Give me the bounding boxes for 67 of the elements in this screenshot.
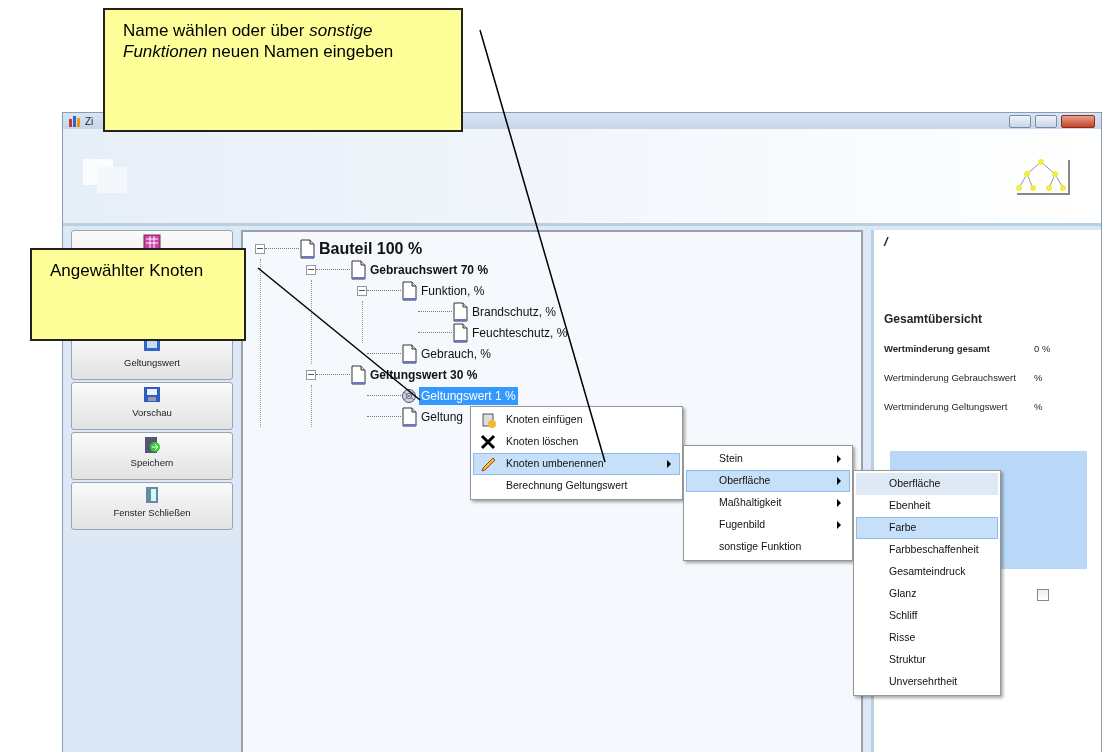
maximize-button[interactable] [1035,114,1057,128]
menu-item[interactable]: Fugenbild [686,514,850,536]
menu-item[interactable]: Stein [686,448,850,470]
menu-item[interactable]: Schliff [856,605,998,627]
collapse-toggle[interactable] [306,369,316,380]
menu-item[interactable]: Glanz [856,583,998,605]
callout-tooltip: Name wählen oder über sonstige Funktionen neuen Namen eingeben [103,8,463,132]
save-button[interactable]: Speichern [71,432,233,480]
close-button[interactable] [1061,114,1095,128]
menu-item[interactable]: Knoten umbenennen [473,453,680,475]
document-icon [401,280,419,301]
menu-item[interactable]: Maßhaltigkeit [686,492,850,514]
document-icon [401,406,419,427]
tree-node-label[interactable]: Brandschutz, % [470,302,559,321]
menu-item[interactable]: Oberfläche [856,473,998,495]
tree-node-label[interactable]: Gebrauch, % [419,344,494,363]
submenu-arrow-icon [837,499,841,507]
callout-tooltip: Angewählter Knoten [30,248,246,341]
collapse-toggle[interactable] [255,243,265,254]
submenu-arrow-icon [837,477,841,485]
pencil-icon [480,456,496,472]
tree-node-label[interactable]: Bauteil 100 % [317,236,425,261]
submenu-arrow-icon [667,460,671,468]
submenu-arrow-icon [837,521,841,529]
window-title: Zi [85,114,94,129]
minimize-button[interactable] [1009,114,1031,128]
submenu-arrow-icon [837,455,841,463]
overview-value: 0 % [1034,341,1051,356]
document-icon [452,322,470,343]
paste-plus-icon [480,412,496,428]
tree-node-label[interactable]: Gebrauchswert 70 % [368,260,491,279]
menu-item[interactable]: Ebenheit [856,495,998,517]
menu-item[interactable]: Knoten einfügen [473,409,680,431]
door-icon [143,486,161,504]
overview-label: Wertminderung gesamt [884,341,991,356]
collapse-toggle[interactable] [306,264,316,275]
menu-item[interactable]: Unversehrtheit [856,671,998,693]
menu-item[interactable]: Knoten löschen [473,431,680,453]
menu-item[interactable]: sonstige Funktion [686,536,850,558]
tree-node-label[interactable]: Funktion, % [419,281,487,300]
menu-item[interactable]: Farbe [856,517,998,539]
app-icon [69,115,81,127]
overview-label: Wertminderung Geltungswert [884,399,1009,414]
tree-node-label[interactable]: Feuchteschutz, % [470,323,570,342]
overview-title: Gesamtübersicht [884,310,984,328]
menu-item[interactable]: Oberfläche [686,470,850,492]
document-icon [452,301,470,322]
marker-text: / [884,233,890,251]
document-icon [299,238,317,259]
overview-label: Wertminderung Gebrauchswert [884,370,1017,385]
overview-value: % [1034,370,1043,385]
menu-item[interactable]: Gesamteindruck [856,561,998,583]
menu-item[interactable]: Struktur [856,649,998,671]
document-icon [350,259,368,280]
save-arrow-icon [143,436,161,454]
close-window-button[interactable]: Fenster Schließen [71,482,233,530]
document-icon [401,343,419,364]
preview-button[interactable]: Vorschau [71,382,233,430]
menu-item[interactable]: Berechnung Geltungswert [473,475,680,497]
overview-value: % [1034,399,1043,414]
collapse-toggle[interactable] [357,285,367,296]
menu-item[interactable]: Farbbeschaffenheit [856,539,998,561]
checkbox[interactable] [1037,588,1049,601]
tree-node-label[interactable]: Geltung [419,407,466,426]
menu-item[interactable]: Risse [856,627,998,649]
x-icon [480,434,496,450]
document-icon [350,364,368,385]
